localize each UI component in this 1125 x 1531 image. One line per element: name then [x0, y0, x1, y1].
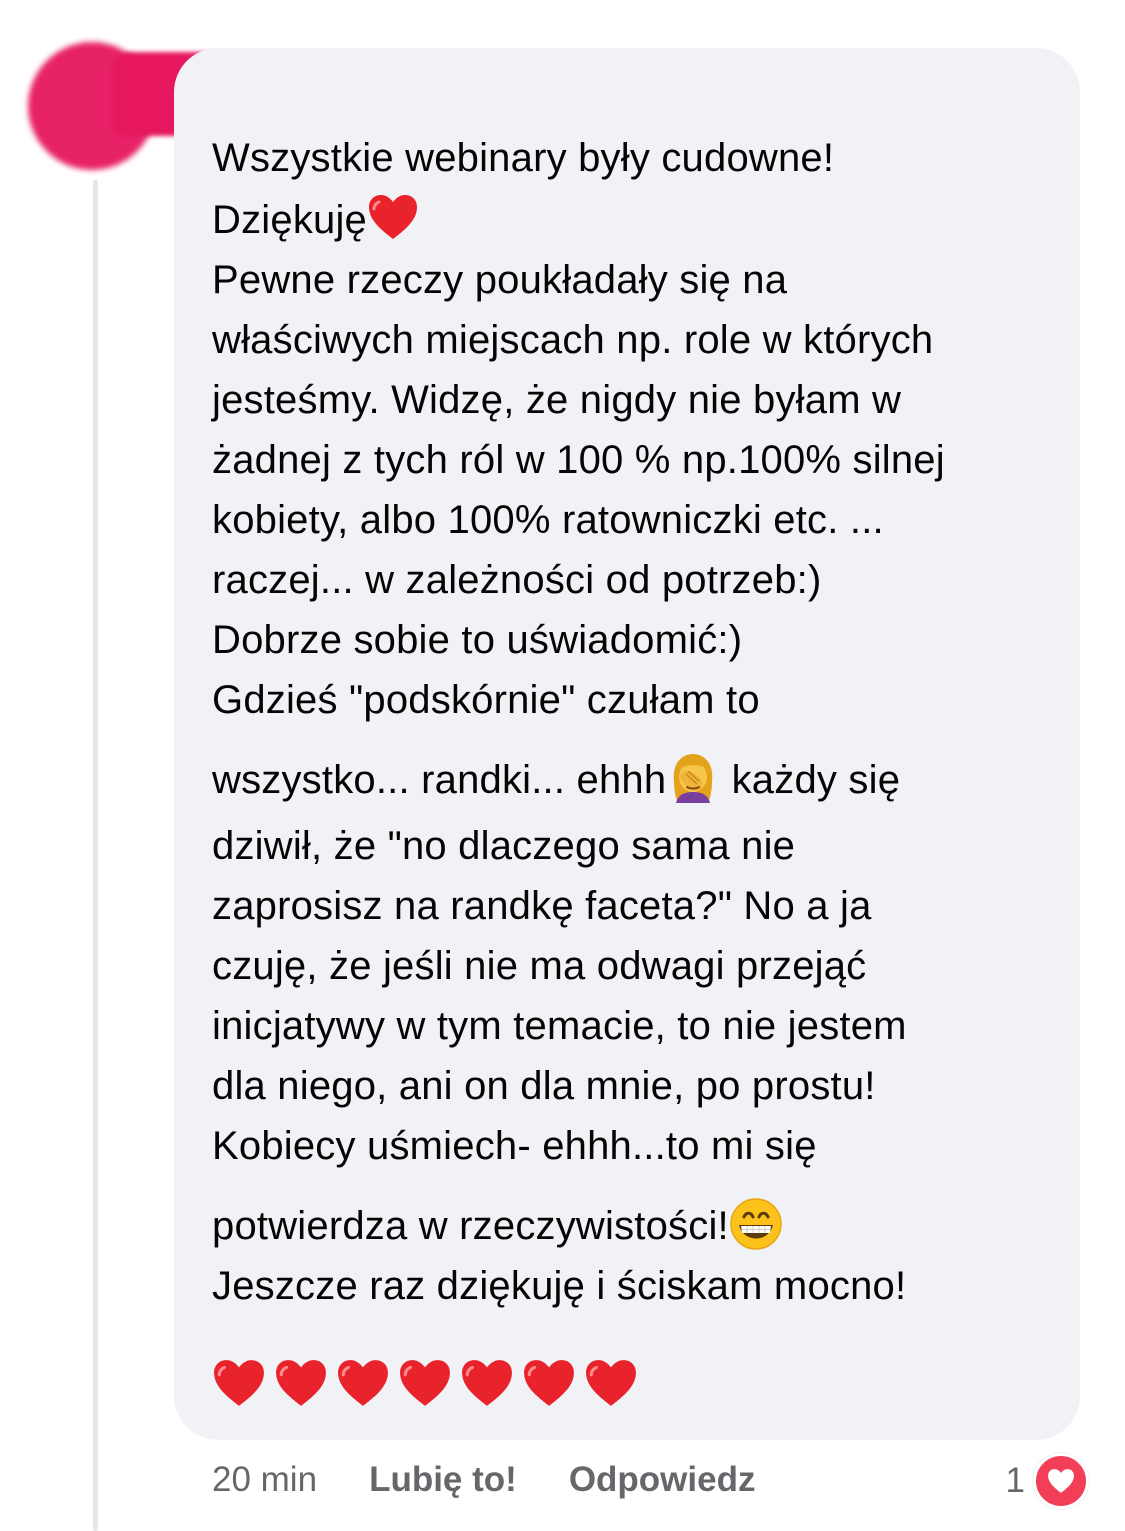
comment-timestamp[interactable]: 20 min — [212, 1460, 317, 1500]
reaction-count: 1 — [1005, 1461, 1025, 1500]
red-heart-icon — [336, 1358, 390, 1408]
woman-facepalming-icon — [674, 754, 713, 803]
comment-line: Wszystkie webinary były cudowne! — [212, 136, 835, 180]
comment-actions: 20 min Lubię to! Odpowiedz — [212, 1455, 755, 1505]
comment-line: inicjatywy w tym temacie, to nie jestem — [212, 1004, 907, 1048]
comment-line-text: potwierdza w rzeczywistości! — [212, 1204, 729, 1248]
comment-line: jesteśmy. Widzę, że nigdy nie byłam w — [212, 378, 902, 422]
comment-line: Jeszcze raz dziękuję i ściskam mocno! — [212, 1264, 907, 1308]
comment-line-text: każdy się — [720, 758, 901, 802]
like-button[interactable]: Lubię to! — [369, 1460, 517, 1500]
comment-line: żadnej z tych ról w 100 % np.100% silnej — [212, 438, 945, 482]
red-heart-icon — [367, 193, 419, 241]
heart-icon — [1048, 1469, 1074, 1493]
reaction-summary[interactable]: 1 — [1006, 1453, 1089, 1509]
comment-line: kobiety, albo 100% ratowniczki etc. ... — [212, 498, 884, 542]
comment-line: Dziękuję — [212, 190, 1062, 250]
comment-line-text: wszystko... randki... ehhh — [212, 758, 667, 802]
thread-line — [93, 180, 98, 1531]
reply-button[interactable]: Odpowiedz — [569, 1460, 756, 1500]
red-heart-icon — [522, 1358, 576, 1408]
comment-line: właściwych miejscach np. role w których — [212, 318, 934, 362]
comment-line: dziwił, że "no dlaczego sama nie — [212, 824, 796, 868]
red-heart-icon — [584, 1358, 638, 1408]
comment-line: wszystko... randki... ehhh każdy się — [212, 750, 1062, 810]
comment-text: Wszystkie webinary były cudowne! Dziękuj… — [212, 128, 1062, 1316]
red-heart-icon — [460, 1358, 514, 1408]
comment-line: Pewne rzeczy poukładały się na — [212, 258, 788, 302]
comment-line-text: Dziękuję — [212, 198, 367, 242]
red-heart-icon — [212, 1358, 266, 1408]
comment-line: zaprosisz na randkę faceta?" No a ja — [212, 884, 872, 928]
red-heart-icon — [274, 1358, 328, 1408]
comment-line: potwierdza w rzeczywistości! — [212, 1196, 1062, 1256]
comment-line: Gdzieś "podskórnie" czułam to — [212, 678, 760, 722]
love-reaction-icon — [1033, 1453, 1089, 1509]
comment-line: raczej... w zależności od potrzeb:) — [212, 558, 822, 602]
red-heart-icon — [398, 1358, 452, 1408]
hearts-row — [212, 1358, 638, 1408]
comment-line: czuję, że jeśli nie ma odwagi przejąć — [212, 944, 867, 988]
comment-line: dla niego, ani on dla mnie, po prostu! — [212, 1064, 876, 1108]
comment-line: Dobrze sobie to uświadomić:) — [212, 618, 743, 662]
grinning-face-icon — [730, 1198, 782, 1250]
comment-line: Kobiecy uśmiech- ehhh...to mi się — [212, 1124, 817, 1168]
